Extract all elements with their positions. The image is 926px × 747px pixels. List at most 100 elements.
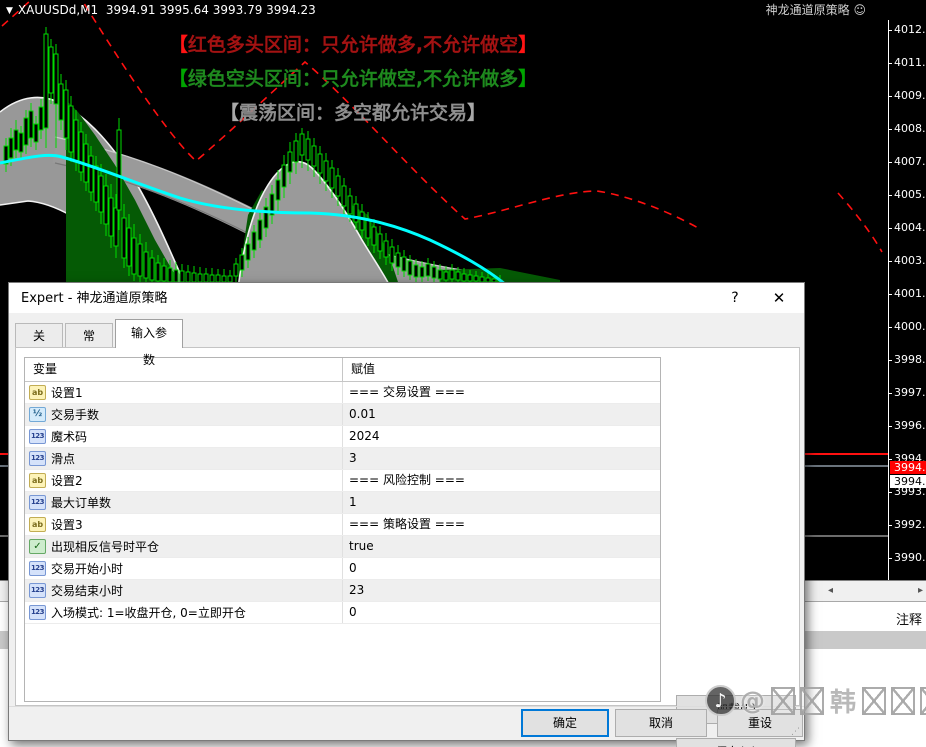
param-value[interactable]: 3	[343, 448, 660, 469]
zone-annotations: 【红色多头区间：只允许做多,不允许做空】 【绿色空头区间：只允许做空,不允许做多…	[0, 28, 706, 130]
table-row[interactable]: 123 交易结束小时 23	[25, 580, 660, 602]
tab-about[interactable]: 关于	[15, 323, 63, 347]
scroll-left-icon[interactable]: ◂	[828, 581, 833, 601]
mt4-window: ▼XAUUSDd,M1 3994.91 3995.64 3993.79 3994…	[0, 0, 926, 747]
param-name: 入场模式: 1=收盘开仓, 0=立即开仓	[51, 603, 246, 623]
table-row[interactable]: 123 交易开始小时 0	[25, 558, 660, 580]
bid-price-box: 3994.23	[890, 475, 926, 488]
douyin-note-icon: ♪	[705, 685, 736, 716]
half-type-icon: ½	[29, 407, 46, 422]
dialog-separator	[9, 706, 804, 707]
i123-type-icon: 123	[29, 429, 46, 444]
close-icon[interactable]: ✕	[762, 283, 796, 313]
ab-type-icon: ab	[29, 517, 46, 532]
dropdown-icon[interactable]: ▼	[6, 6, 13, 16]
indicator-label: 神龙通道原策略 ☺	[766, 0, 866, 20]
axis-tick-label: 3996.15	[889, 419, 926, 433]
param-value[interactable]: 23	[343, 580, 660, 601]
tab-common[interactable]: 常用	[65, 323, 113, 347]
dialog-title: Expert - 神龙通道原策略	[21, 291, 168, 306]
expert-settings-dialog: Expert - 神龙通道原策略 ? ✕ 关于 常用 输入参数 变量 赋值 ab…	[8, 282, 805, 741]
axis-tick-label: 4009.90	[889, 89, 926, 103]
watermark: ♪ @ 韩	[705, 682, 926, 719]
param-name: 最大订单数	[51, 493, 111, 513]
ab-type-icon: ab	[29, 473, 46, 488]
axis-tick-label: 4011.25	[889, 56, 926, 70]
table-row[interactable]: 123 最大订单数 1	[25, 492, 660, 514]
param-value[interactable]: 2024	[343, 426, 660, 447]
param-value[interactable]: === 策略设置 ===	[343, 514, 660, 535]
axis-tick-label: 4000.25	[889, 320, 926, 334]
table-row[interactable]: ✓ 出现相反信号时平仓 true	[25, 536, 660, 558]
axis-tick-label: 3997.50	[889, 386, 926, 400]
axis-tick-label: 4001.65	[889, 287, 926, 301]
missing-glyph-box	[800, 687, 824, 715]
ask-price-box: 3994.53	[890, 461, 926, 474]
red-zone-note: 【红色多头区间：只允许做多,不允许做空】	[0, 28, 706, 62]
range-zone-note: 【震荡区间：多空都允许交易】	[0, 96, 706, 130]
axis-tick-label: 3992.05	[889, 518, 926, 532]
param-name: 设置2	[51, 471, 83, 491]
ohlc-values: 3994.91 3995.64 3993.79 3994.23	[106, 3, 316, 17]
resize-grip[interactable]: ⋰	[791, 727, 801, 737]
axis-tick-label: 4005.75	[889, 188, 926, 202]
help-button[interactable]: ?	[718, 283, 752, 313]
table-row[interactable]: ab 设置2 === 风险控制 ===	[25, 470, 660, 492]
bool-type-icon: ✓	[29, 539, 46, 554]
table-row[interactable]: ab 设置1 === 交易设置 ===	[25, 382, 660, 404]
param-name: 设置1	[51, 383, 83, 403]
param-name: 交易手数	[51, 405, 99, 425]
table-row[interactable]: ½ 交易手数 0.01	[25, 404, 660, 426]
comment-column-header[interactable]: 注释	[896, 609, 922, 628]
param-value[interactable]: 0	[343, 558, 660, 579]
axis-tick-label: 4007.15	[889, 155, 926, 169]
axis-tick-label: 4003.00	[889, 254, 926, 268]
ab-type-icon: ab	[29, 385, 46, 400]
missing-glyph-box	[771, 687, 795, 715]
param-name: 交易结束小时	[51, 581, 123, 601]
axis-tick-label: 4004.40	[889, 221, 926, 235]
price-axis[interactable]: 4012.654011.254009.904008.504007.154005.…	[888, 20, 926, 580]
i123-type-icon: 123	[29, 495, 46, 510]
axis-tick-label: 4008.50	[889, 122, 926, 136]
parameters-table[interactable]: 变量 赋值 ab 设置1 === 交易设置 === ½ 交易手数 0.01123魔术码20…	[24, 357, 661, 702]
missing-glyph-box	[920, 687, 926, 715]
green-zone-note: 【绿色空头区间：只允许做空,不允许做多】	[0, 62, 706, 96]
param-value[interactable]: true	[343, 536, 660, 557]
inputs-tab-panel: 变量 赋值 ab 设置1 === 交易设置 === ½ 交易手数 0.01123魔术码20…	[15, 347, 800, 706]
table-row[interactable]: ab 设置3 === 策略设置 ===	[25, 514, 660, 536]
param-name: 交易开始小时	[51, 559, 123, 579]
symbol-ohlc[interactable]: ▼XAUUSDd,M1 3994.91 3995.64 3993.79 3994…	[6, 0, 316, 21]
table-row[interactable]: 123 滑点 3	[25, 448, 660, 470]
scroll-right-icon[interactable]: ▸	[918, 581, 923, 601]
smiley-icon: ☺	[853, 3, 866, 17]
at-sign: @	[740, 686, 765, 715]
param-name: 滑点	[51, 449, 75, 469]
axis-tick-label: 3990.70	[889, 551, 926, 565]
param-value[interactable]: === 风险控制 ===	[343, 470, 660, 491]
column-header-variable: 变量	[25, 358, 343, 381]
i123-type-icon: 123	[29, 583, 46, 598]
table-header: 变量 赋值	[25, 358, 660, 382]
table-row[interactable]: 123魔术码2024	[25, 426, 660, 448]
dialog-titlebar[interactable]: Expert - 神龙通道原策略 ? ✕	[9, 283, 804, 313]
param-value[interactable]: 1	[343, 492, 660, 513]
column-header-value: 赋值	[343, 358, 660, 381]
axis-tick-label: 3998.90	[889, 353, 926, 367]
save-button[interactable]: 保存(S)	[676, 738, 796, 747]
param-value[interactable]: 0.01	[343, 404, 660, 425]
i123-type-icon: 123	[29, 605, 46, 620]
missing-glyph-box	[891, 687, 915, 715]
missing-glyph-box	[862, 687, 886, 715]
param-value[interactable]: 0	[343, 602, 660, 623]
i123-type-icon: 123	[29, 561, 46, 576]
table-row[interactable]: 123 入场模式: 1=收盘开仓, 0=立即开仓 0	[25, 602, 660, 624]
param-value[interactable]: === 交易设置 ===	[343, 382, 660, 403]
i123-type-icon: 123	[29, 451, 46, 466]
cancel-button[interactable]: 取消	[615, 709, 707, 737]
watermark-han-glyph: 韩	[830, 682, 856, 719]
param-name: 设置3	[51, 515, 83, 535]
tab-inputs[interactable]: 输入参数	[115, 319, 183, 348]
ok-button[interactable]: 确定	[521, 709, 609, 737]
param-name: 出现相反信号时平仓	[51, 537, 159, 557]
